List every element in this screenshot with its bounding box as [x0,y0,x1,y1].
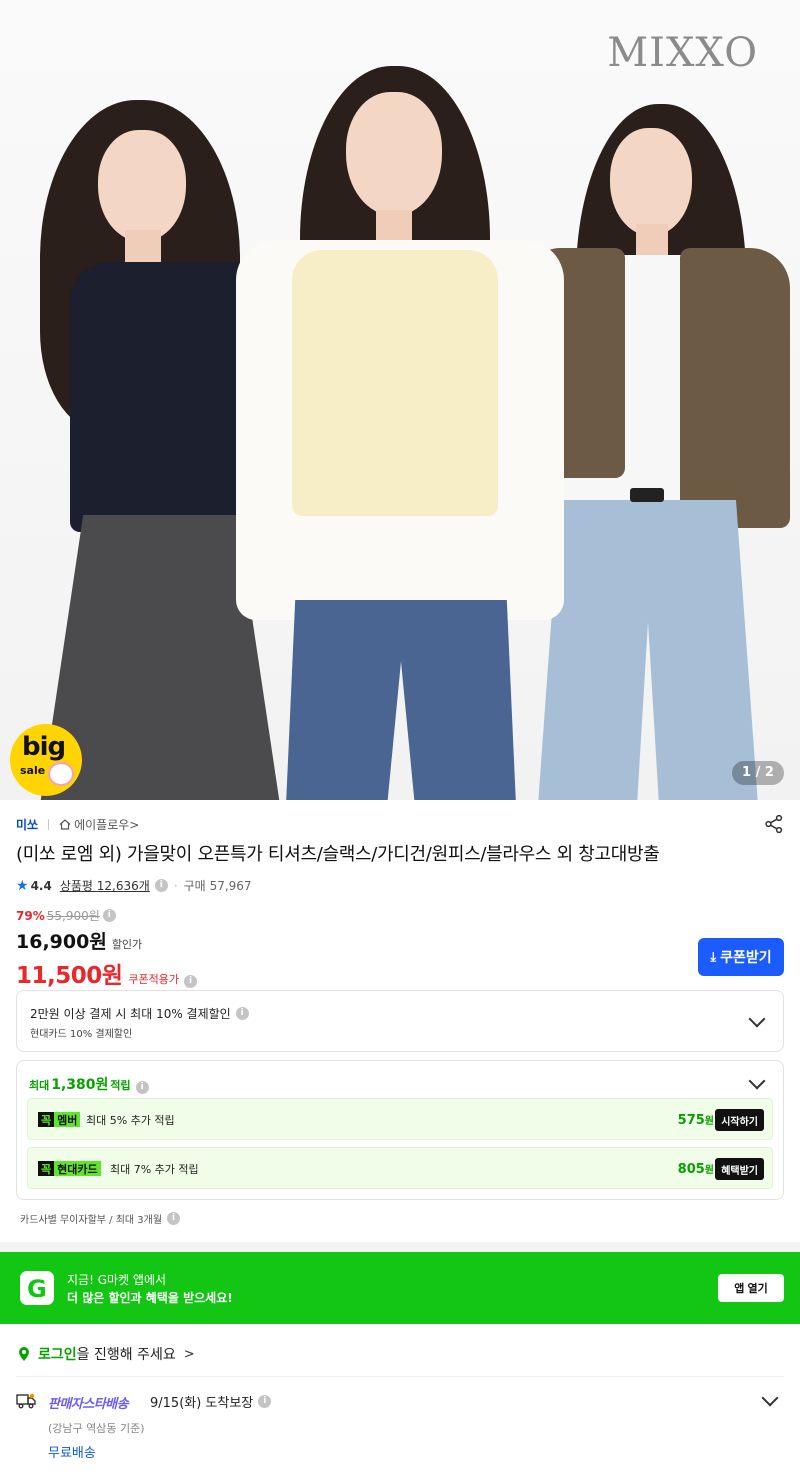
coupon-price: 11,500원 [16,963,123,989]
info-icon[interactable]: i [167,1212,181,1225]
delivery-location: (강남구 역삼동 기준) [48,1422,145,1435]
info-icon[interactable]: i [102,909,116,922]
card-discount-detail: 현대카드 10% 결제할인 [30,1029,133,1040]
card-badge: 꼭 현대카드 [38,1161,101,1176]
home-icon [59,819,71,830]
info-icon[interactable]: i [235,1007,249,1020]
info-icon[interactable]: i [135,1081,149,1094]
banner-line2: 더 많은 할인과 혜택을 받으세요! [67,1291,233,1305]
pin-icon [19,1347,29,1361]
point-amount: 805원 [677,1162,714,1177]
price-block: 79% 55,900원 i 16,900원 할인가 11,500원 쿠폰적용가 … [16,907,784,990]
chevron-down-icon[interactable] [748,1010,766,1028]
point-amount: 575원 [677,1113,714,1128]
login-prompt[interactable]: 로그인 을 진행해 주세요 > [18,1344,195,1364]
installment-info: 카드사별 무이자할부 / 최대 3개월 i [20,1211,181,1226]
sold-count: 구매 57,967 [183,879,252,893]
sale-price: 16,900원 [16,931,107,953]
rating-score: 4.4 [30,878,52,893]
start-button[interactable]: 시작하기 [715,1109,764,1131]
divider [48,819,50,830]
info-icon[interactable]: i [258,1395,272,1408]
chevron-down-icon[interactable] [761,1389,779,1407]
point-desc: 최대 7% 추가 적립 [110,1163,199,1176]
shipping-brand: 판매자스타배송 [48,1397,129,1412]
benefit-button[interactable]: 혜택받기 [715,1158,764,1180]
free-shipping: 무료배송 [48,1446,96,1461]
product-title: (미쏘 로엠 외) 가을맞이 오픈특가 티셔츠/슬랙스/가디건/원피스/블라우스… [16,844,660,865]
store-link[interactable]: 에이플로우 > [59,816,139,833]
point-desc: 최대 5% 추가 적립 [86,1114,175,1127]
member-badge: 꼭 멤버 [38,1112,81,1127]
coupon-price-label: 쿠폰적용가 [128,973,180,986]
point-row-card: 꼭 현대카드 최대 7% 추가 적립 805원 혜택받기 [27,1147,773,1189]
points-panel: 최대 1,380원 적립 i 꼭 멤버 최대 5% 추가 적립 575원 시작하기… [16,1060,784,1200]
card-discount-panel[interactable]: 2만원 이상 결제 시 최대 10% 결제할인 i 현대카드 10% 결제할인 [16,990,784,1052]
image-pager: 1 / 2 [732,761,784,785]
chevron-down-icon[interactable] [748,1072,766,1090]
brand-link[interactable]: 미쏘 [16,816,38,833]
sale-price-label: 할인가 [111,938,143,951]
rating-row: ★ 4.4 상품평 12,636개 i · 구매 57,967 [16,877,252,894]
star-icon: ★ [16,877,29,894]
info-icon[interactable]: i [154,879,168,892]
bunny-icon [48,762,74,786]
brand-row: 미쏘 에이플로우 > [16,816,139,833]
share-icon[interactable] [764,814,784,834]
shipping-info[interactable]: 판매자스타배송 9/15(화) 도착보장 i (강남구 역삼동 기준) 무료배송 [16,1389,784,1470]
truck-icon [16,1393,36,1409]
product-image-carousel[interactable]: MIXXO big sale 1 / 2 [0,0,800,800]
reviews-link[interactable]: 상품평 12,636개 [60,877,150,894]
banner-line1: 지금! G마켓 앱에서 [67,1273,167,1287]
big-sale-badge: big sale [10,724,82,796]
brand-logo: MIXXO [607,30,758,76]
login-link[interactable]: 로그인 [38,1344,77,1364]
coupon-download-button[interactable]: ⤓ 쿠폰받기 [698,938,784,976]
login-text: 을 진행해 주세요 [76,1347,176,1363]
download-icon: ⤓ [710,949,717,964]
points-header: 최대 1,380원 적립 i [29,1074,149,1094]
gmarket-logo: G [20,1271,54,1305]
section-divider [0,1242,800,1252]
delivery-date: 9/15(화) 도착보장 i [150,1392,272,1411]
point-row-member: 꼭 멤버 최대 5% 추가 적립 575원 시작하기 [27,1098,773,1140]
card-discount-title: 2만원 이상 결제 시 최대 10% 결제할인 [30,1007,231,1021]
app-promo-banner[interactable]: G 지금! G마켓 앱에서 더 많은 할인과 혜택을 받으세요! 앱 열기 [0,1252,800,1324]
chevron-right-icon: > [183,1346,195,1362]
info-icon[interactable]: i [184,975,198,988]
original-price: 55,900원 [46,909,100,923]
discount-rate: 79% [16,908,45,923]
open-app-button[interactable]: 앱 열기 [718,1274,784,1302]
divider [16,1376,784,1377]
